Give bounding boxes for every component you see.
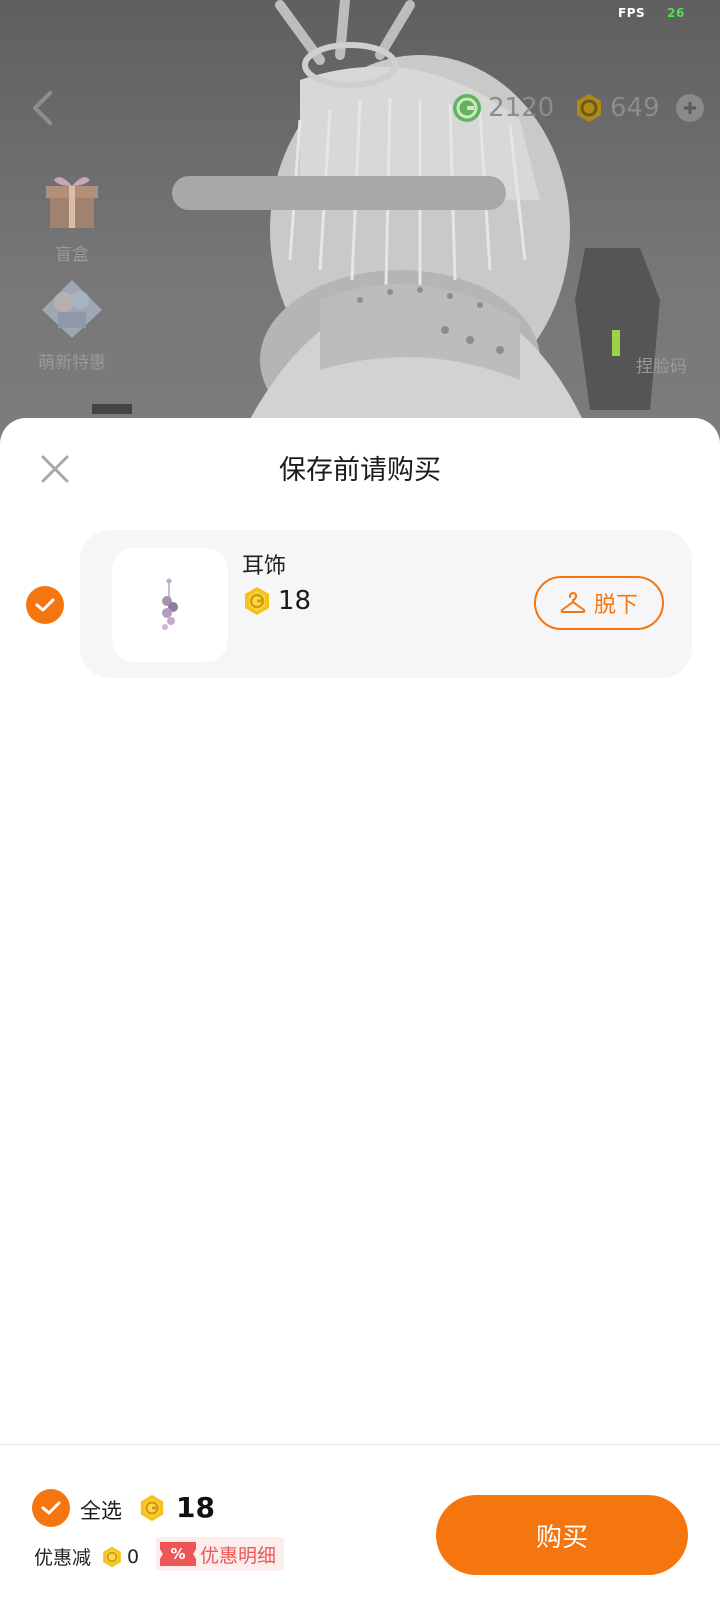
newbie-offer-icon bbox=[42, 280, 102, 338]
add-currency-button[interactable] bbox=[676, 94, 704, 122]
fps-counter: FPS 26 bbox=[618, 6, 685, 20]
gold-currency-amount: 649 bbox=[610, 93, 660, 123]
item-price-value: 18 bbox=[278, 586, 312, 616]
check-icon bbox=[35, 598, 55, 612]
discount-tag-icon: % bbox=[160, 1542, 196, 1566]
blind-box-label: 盲盒 bbox=[55, 245, 89, 265]
gift-box-icon bbox=[46, 177, 98, 228]
select-all-checkbox[interactable] bbox=[32, 1489, 70, 1527]
item-name: 耳饰 bbox=[242, 554, 287, 579]
green-currency-display: 2120 bbox=[452, 90, 554, 126]
select-all-label[interactable]: 全选 bbox=[80, 1495, 122, 1525]
g-coin-icon bbox=[453, 94, 481, 122]
gold-coin-icon bbox=[577, 94, 601, 122]
back-button[interactable] bbox=[24, 86, 60, 130]
game-scene-background: FPS 26 2120 649 盲盒 萌新特惠 捏脸码 bbox=[0, 0, 720, 460]
earring-icon bbox=[162, 578, 178, 630]
checkout-footer: 全选 18 优惠减 0 % 优惠明细 购买 bbox=[0, 1444, 720, 1600]
face-code-label: 捏脸码 bbox=[636, 357, 687, 377]
gold-coin-icon bbox=[103, 1546, 121, 1567]
face-code-entry[interactable]: 捏脸码 bbox=[636, 352, 687, 377]
blind-box-entry[interactable]: 盲盒 bbox=[30, 170, 114, 265]
newbie-offer-label: 萌新特惠 bbox=[38, 353, 106, 373]
item-thumbnail bbox=[112, 548, 228, 662]
discount-value: 0 bbox=[127, 1545, 140, 1568]
fps-value: 26 bbox=[667, 6, 685, 20]
green-currency-amount: 2120 bbox=[488, 93, 555, 123]
buy-button-label: 购买 bbox=[535, 1522, 588, 1553]
discount-detail-label: 优惠明细 bbox=[200, 1544, 277, 1567]
discount-label: 优惠减 bbox=[34, 1547, 92, 1569]
hanger-icon bbox=[560, 592, 586, 613]
fps-label: FPS bbox=[618, 6, 646, 20]
buy-button[interactable]: 购买 bbox=[436, 1495, 688, 1575]
total-price-value: 18 bbox=[176, 1491, 215, 1524]
gold-currency-display: 649 bbox=[574, 90, 660, 126]
discount-summary: 优惠减 0 bbox=[34, 1543, 139, 1570]
take-off-button[interactable]: 脱下 bbox=[534, 576, 664, 630]
take-off-label: 脱下 bbox=[593, 593, 638, 618]
sheet-title: 保存前请购买 bbox=[279, 455, 441, 486]
purchase-sheet: 保存前请购买 耳饰 18 脱下 bbox=[0, 418, 720, 1600]
gold-coin-icon bbox=[140, 1494, 164, 1521]
check-icon bbox=[41, 1501, 61, 1515]
newbie-offer-entry[interactable]: 萌新特惠 bbox=[30, 278, 114, 373]
list-item: 耳饰 18 脱下 bbox=[80, 530, 692, 678]
item-select-checkbox[interactable] bbox=[26, 586, 64, 624]
item-price: 18 bbox=[242, 586, 311, 616]
total-price: 18 bbox=[138, 1491, 215, 1524]
discount-detail-button[interactable]: % 优惠明细 bbox=[156, 1537, 285, 1571]
plus-circle-icon bbox=[684, 102, 696, 114]
gold-coin-icon bbox=[245, 587, 269, 615]
chevron-left-icon bbox=[33, 91, 52, 125]
